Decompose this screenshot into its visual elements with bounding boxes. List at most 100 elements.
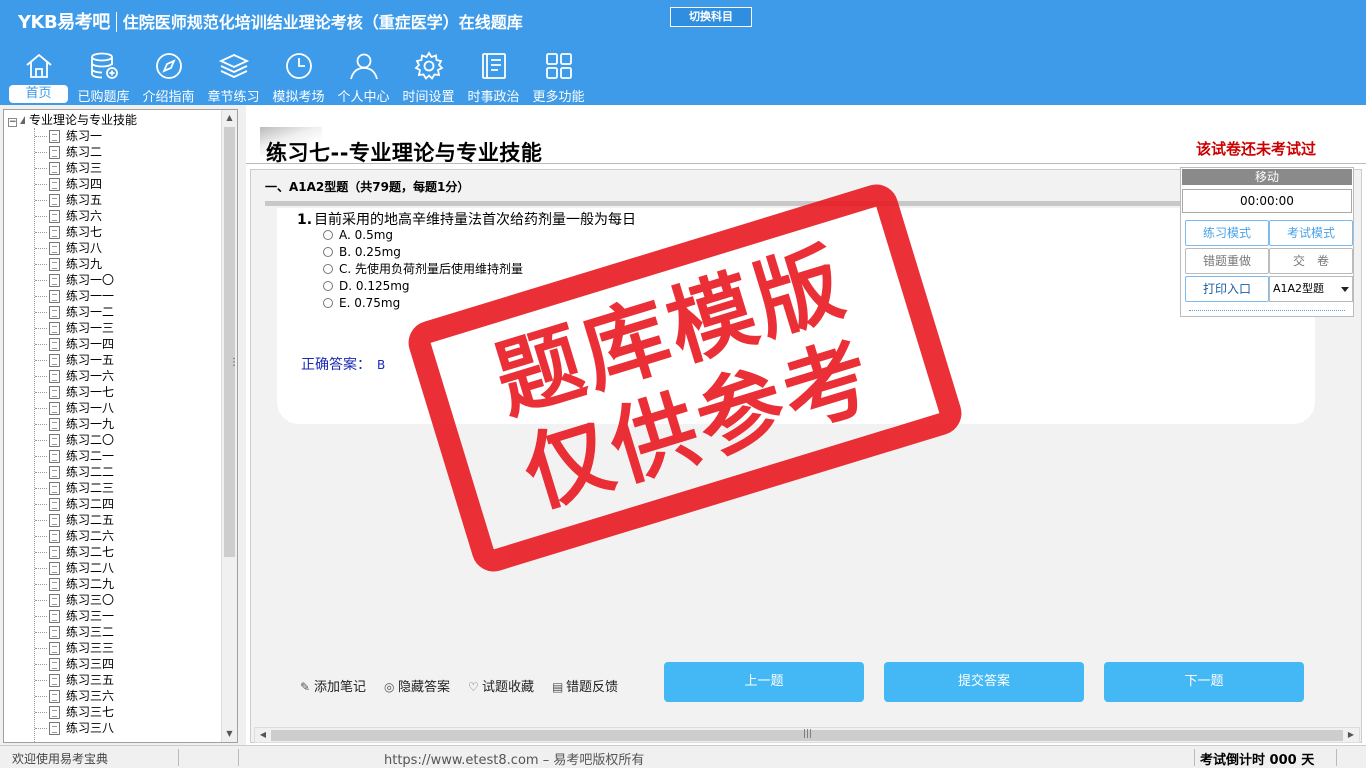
document-icon [49,354,60,367]
tree-item-label: 练习六 [66,209,103,223]
nav-current-affairs[interactable]: 时事政治 [461,48,526,105]
title-bar: 练习七--专业理论与专业技能 该试卷还未考试过 [246,105,1366,165]
tree-item[interactable]: 练习二一 [4,448,221,464]
nav-mock-exam[interactable]: 模拟考场 [266,48,331,105]
tree-item[interactable]: 练习七 [4,224,221,240]
nav-personal-center[interactable]: 个人中心 [331,48,396,105]
exam-countdown: 考试倒计时 000 天 [1200,753,1315,768]
nav-more[interactable]: 更多功能 [526,48,591,105]
exam-mode-button[interactable]: 考试模式 [1269,220,1353,246]
radio-icon[interactable] [323,298,333,308]
tree-item-label: 练习三二 [66,625,115,639]
tree-item[interactable]: 练习三〇 [4,592,221,608]
tree-item[interactable]: 练习一三 [4,320,221,336]
status-divider [238,749,239,766]
tree-item[interactable]: 练习一六 [4,368,221,384]
practice-mode-button[interactable]: 练习模式 [1185,220,1269,246]
tree-item[interactable]: 练习三 [4,160,221,176]
tree-item[interactable]: 练习一八 [4,400,221,416]
option-e[interactable]: E. 0.75mg [323,295,400,312]
scroll-up-icon[interactable]: ▲ [222,110,237,126]
tree-item-label: 练习一七 [66,385,115,399]
question-number: 1. [297,212,313,228]
answer-label: 正确答案： [301,357,371,373]
tree-item[interactable]: 练习三二 [4,624,221,640]
scroll-down-icon[interactable]: ▼ [222,726,237,742]
pane-splitter[interactable]: ⋮ [229,109,246,743]
tree-item[interactable]: 练习一五 [4,352,221,368]
tree-item[interactable]: 练习九 [4,256,221,272]
scroll-right-icon[interactable]: ▶ [1343,728,1359,742]
tree-item[interactable]: 练习三三 [4,640,221,656]
horizontal-scrollbar[interactable]: ◀ ||| ▶ [254,727,1360,743]
tree-item[interactable]: 练习二七 [4,544,221,560]
tree-item[interactable]: 练习一二 [4,304,221,320]
chevron-down-icon[interactable] [1341,287,1349,292]
document-icon [49,322,60,335]
document-icon [49,722,60,735]
tree-item[interactable]: 练习一〇 [4,272,221,288]
tree-item[interactable]: 练习二 [4,144,221,160]
tree-item[interactable]: 练习三一 [4,608,221,624]
tree-item[interactable]: 练习三八 [4,720,221,736]
tree-item[interactable]: 练习三六 [4,688,221,704]
tree-item-label: 练习三八 [66,721,115,735]
tree-item[interactable]: 练习二八 [4,560,221,576]
tree-scrollbar[interactable]: ▲ ▼ [221,110,237,742]
radio-icon[interactable] [323,247,333,257]
tree-item[interactable]: 练习三五 [4,672,221,688]
option-d[interactable]: D. 0.125mg [323,278,410,295]
tree-item[interactable]: 练习二二 [4,464,221,480]
nav-guide[interactable]: 介绍指南 [136,48,201,105]
scroll-left-icon[interactable]: ◀ [255,728,271,742]
panel-move-handle[interactable]: 移动 [1182,169,1352,185]
option-c[interactable]: C. 先使用负荷剂量后使用维持剂量 [323,261,523,278]
clock-icon [285,53,312,79]
news-icon [481,53,506,79]
tree-item[interactable]: 练习一七 [4,384,221,400]
tree-item[interactable]: 练习四 [4,176,221,192]
tree-item[interactable]: 练习八 [4,240,221,256]
collapse-icon[interactable]: − [8,118,17,127]
tree-item[interactable]: 练习二六 [4,528,221,544]
document-icon [49,562,60,575]
tree-item-label: 练习一六 [66,369,115,383]
nav-chapter-practice[interactable]: 章节练习 [201,48,266,105]
tree-list: 练习一 练习二 练习三 练习四 练习五 练习六 练习七 练习八 练习九 练习一〇 练习一一 练习一二练… [4,128,221,736]
option-a[interactable]: A. 0.5mg [323,227,393,244]
tree-item[interactable]: 练习二四 [4,496,221,512]
title-divider [246,163,1366,164]
tree-item[interactable]: 练习六 [4,208,221,224]
radio-icon[interactable] [323,281,333,291]
radio-icon[interactable] [323,230,333,240]
radio-icon[interactable] [323,264,333,274]
tree-item[interactable]: 练习三四 [4,656,221,672]
nav-purchased[interactable]: 已购题库 [71,48,136,105]
tree-item[interactable]: 练习一九 [4,416,221,432]
nav-home[interactable]: 首页 [6,48,71,104]
tree-item[interactable]: 练习二九 [4,576,221,592]
tree-scroll-thumb[interactable] [224,127,235,557]
print-button[interactable]: 打印入口 [1185,276,1269,302]
grid-icon [545,53,572,79]
tree-item[interactable]: 练习二五 [4,512,221,528]
nav-time-settings[interactable]: 时间设置 [396,48,461,105]
tree-item[interactable]: 练习一一 [4,288,221,304]
document-icon [49,290,60,303]
tree-root[interactable]: − 专业理论与专业技能 [8,112,137,128]
document-icon [49,450,60,463]
tree-item[interactable]: 练习二三 [4,480,221,496]
tree-item[interactable]: 练习三七 [4,704,221,720]
tree-item[interactable]: 练习一 [4,128,221,144]
switch-subject-button[interactable]: 切换科目 [670,7,752,27]
tree-item[interactable]: 练习一四 [4,336,221,352]
question-type-select[interactable]: A1A2型题 [1269,276,1353,302]
tree-item[interactable]: 练习五 [4,192,221,208]
hand-in-button[interactable]: 交 卷 [1269,248,1353,274]
document-icon [49,466,60,479]
redo-wrong-button[interactable]: 错题重做 [1185,248,1269,274]
option-label: A. 0.5mg [339,228,394,242]
tree-item[interactable]: 练习二〇 [4,432,221,448]
option-b[interactable]: B. 0.25mg [323,244,401,261]
brand: YKB易考吧 住院医师规范化培训结业理论考核（重症医学）在线题库 [18,8,523,34]
